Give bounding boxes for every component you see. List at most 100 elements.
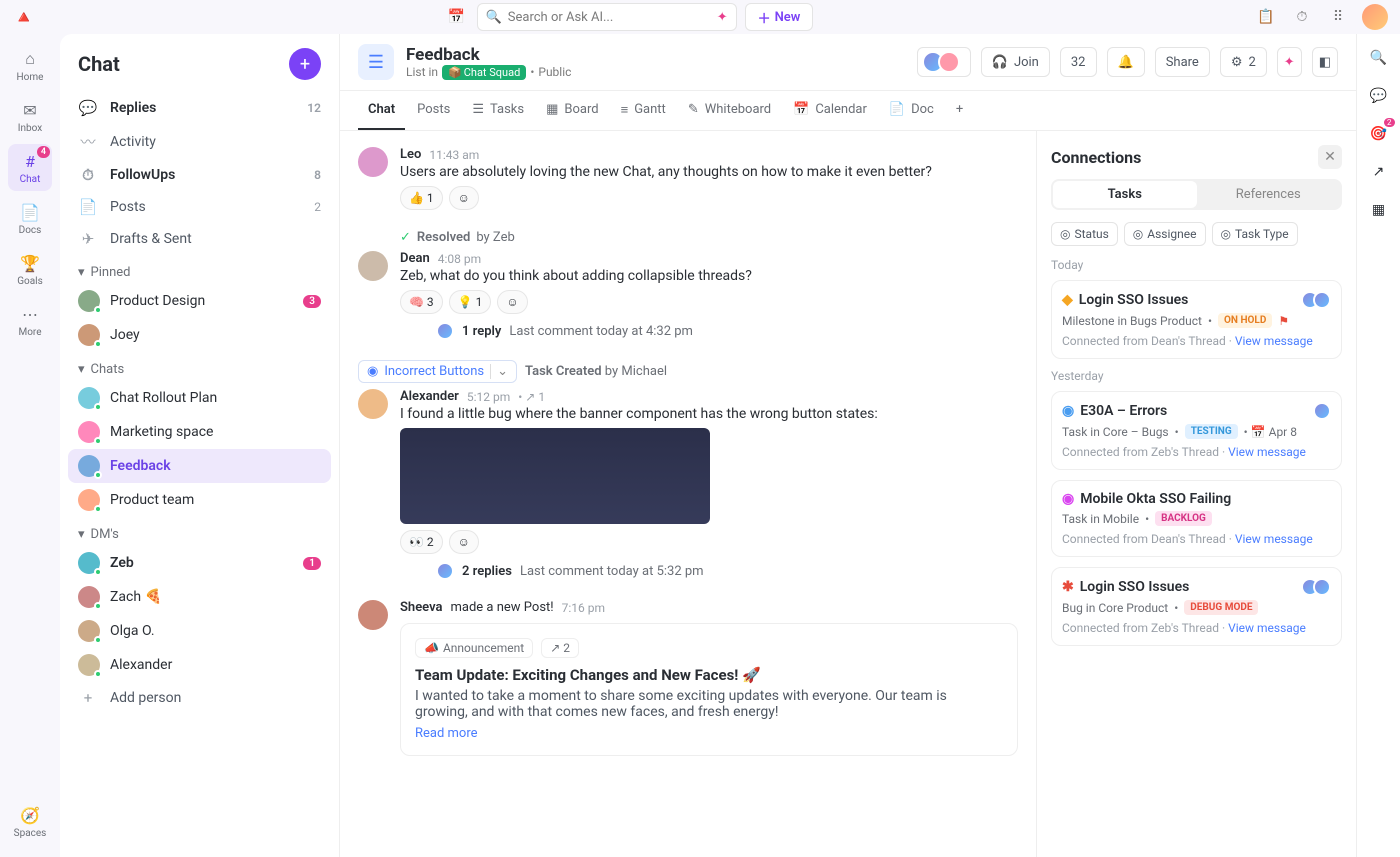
sidebar-row-olga-o-[interactable]: Olga O.: [60, 614, 339, 648]
sidebar-item-replies[interactable]: 💬Replies12: [60, 92, 339, 124]
author-name[interactable]: Dean: [400, 251, 430, 266]
add-reaction-button[interactable]: ☺: [497, 290, 527, 314]
sidebar-item-drafts-&-sent[interactable]: ✈Drafts & Sent: [60, 223, 339, 255]
stopwatch-icon[interactable]: ⏱: [1290, 5, 1314, 29]
close-panel-button[interactable]: ✕: [1318, 145, 1342, 169]
rail-item-docs[interactable]: 📄Docs: [8, 195, 52, 242]
view-message-link[interactable]: View message: [1228, 445, 1306, 459]
rail-item-spaces[interactable]: 🧭 Spaces: [8, 798, 52, 845]
global-search-input[interactable]: 🔍 Search or Ask AI... ✦: [477, 3, 737, 31]
add-person-button[interactable]: +Add person: [60, 682, 339, 714]
tab-whiteboard[interactable]: ✎Whiteboard: [678, 91, 781, 130]
rail-item-goals[interactable]: 🏆Goals: [8, 246, 52, 293]
view-message-link[interactable]: View message: [1228, 621, 1306, 635]
sidebar-row-zeb[interactable]: Zeb1: [60, 546, 339, 580]
apps-grid-icon[interactable]: ⠿: [1326, 5, 1350, 29]
sidebar-row-product-design[interactable]: Product Design3: [60, 284, 339, 318]
rail-item-more[interactable]: ⋯More: [8, 297, 52, 344]
section-pinned[interactable]: ▾Pinned: [60, 255, 339, 284]
panel-tab-tasks[interactable]: Tasks: [1053, 181, 1197, 208]
image-attachment[interactable]: [400, 428, 710, 524]
post-card[interactable]: 📣Announcement↗ 2 Team Update: Exciting C…: [400, 623, 1018, 756]
view-message-link[interactable]: View message: [1235, 334, 1313, 348]
rail-item-chat[interactable]: #Chat4: [8, 144, 52, 191]
reaction[interactable]: 👀 2: [400, 530, 443, 554]
chevron-down-icon[interactable]: ⌄: [490, 364, 508, 379]
rail-label: Spaces: [14, 828, 47, 839]
join-button[interactable]: 🎧Join: [981, 47, 1050, 77]
section-chats[interactable]: ▾Chats: [60, 352, 339, 381]
sidebar-row-joey[interactable]: Joey: [60, 318, 339, 352]
avatar[interactable]: [358, 147, 388, 177]
apps-panel-icon[interactable]: ▦: [1367, 198, 1391, 222]
calendar-icon[interactable]: 📅: [445, 5, 469, 29]
author-name[interactable]: Alexander: [400, 389, 459, 404]
rail-item-inbox[interactable]: ✉Inbox: [8, 93, 52, 140]
reaction[interactable]: 🧠 3: [400, 290, 443, 314]
panel-tab-references[interactable]: References: [1197, 181, 1341, 208]
share-button[interactable]: Share: [1155, 47, 1210, 77]
task-pill[interactable]: ◉Incorrect Buttons ⌄: [358, 360, 517, 383]
reaction[interactable]: 👍 1: [400, 186, 443, 210]
tab-board[interactable]: ▦Board: [536, 91, 609, 130]
automation-button[interactable]: ⚙2: [1220, 47, 1267, 77]
tab-chat[interactable]: Chat: [358, 91, 405, 130]
new-chat-button[interactable]: +: [289, 48, 321, 80]
sidebar-row-chat-rollout-plan[interactable]: Chat Rollout Plan: [60, 381, 339, 415]
search-panel-icon[interactable]: 🔍: [1367, 46, 1391, 70]
add-reaction-button[interactable]: ☺: [449, 186, 479, 210]
sidebar-item-posts[interactable]: 📄Posts2: [60, 191, 339, 223]
new-button[interactable]: ＋ New: [745, 3, 814, 31]
connection-card[interactable]: ◆Login SSO Issues Milestone in Bugs Prod…: [1051, 280, 1342, 359]
sidebar-row-feedback[interactable]: Feedback: [68, 449, 331, 483]
rail-item-home[interactable]: ⌂Home: [8, 42, 52, 89]
tab-tasks[interactable]: ☰Tasks: [462, 91, 534, 130]
members-avatars[interactable]: [917, 47, 971, 77]
comments-panel-icon[interactable]: 💬: [1367, 84, 1391, 108]
tab-doc[interactable]: 📄Doc: [879, 91, 944, 130]
avatar[interactable]: [358, 389, 388, 419]
avatar[interactable]: [358, 600, 388, 630]
author-name[interactable]: Sheeva: [400, 600, 443, 615]
connection-card[interactable]: ◉E30A – Errors Task in Core – Bugs • TES…: [1051, 391, 1342, 470]
section-dms[interactable]: ▾DM's: [60, 517, 339, 546]
connection-card[interactable]: ◉Mobile Okta SSO Failing Task in Mobile …: [1051, 480, 1342, 557]
sidebar-row-marketing-space[interactable]: Marketing space: [60, 415, 339, 449]
card-source: Connected from Zeb's Thread: [1062, 445, 1219, 459]
link-panel-icon[interactable]: ↗: [1367, 160, 1391, 184]
sidebar-row-product-team[interactable]: Product team: [60, 483, 339, 517]
app-logo[interactable]: 🔺: [12, 5, 36, 29]
user-avatar[interactable]: [1362, 4, 1388, 30]
filter-assignee[interactable]: ◎Assignee: [1124, 222, 1206, 246]
sidebar-row-zach-[interactable]: Zach 🍕: [60, 580, 339, 614]
read-more-link[interactable]: Read more: [415, 726, 478, 741]
avatar[interactable]: [358, 251, 388, 281]
top-bar: 🔺 📅 🔍 Search or Ask AI... ✦ ＋ New 📋 ⏱ ⠿: [0, 0, 1400, 34]
tab-calendar[interactable]: 📅Calendar: [783, 91, 877, 130]
add-view-button[interactable]: +: [946, 91, 973, 130]
avatar: [78, 387, 100, 409]
member-count[interactable]: 32: [1060, 47, 1097, 77]
tab-posts[interactable]: Posts: [407, 91, 460, 130]
add-reaction-button[interactable]: ☺: [449, 530, 479, 554]
filter-task-type[interactable]: ◎Task Type: [1212, 222, 1298, 246]
connection-card[interactable]: ✱Login SSO Issues Bug in Core Product • …: [1051, 567, 1342, 646]
view-message-link[interactable]: View message: [1235, 532, 1313, 546]
notifications-button[interactable]: 🔔: [1107, 47, 1145, 77]
filter-status[interactable]: ◎Status: [1051, 222, 1118, 246]
sidebar-item-followups[interactable]: ⏱FollowUps8: [60, 159, 339, 191]
panel-toggle-button[interactable]: ◧: [1312, 47, 1338, 77]
clipboard-icon[interactable]: 📋: [1254, 5, 1278, 29]
thread-reply-link[interactable]: 2 repliesLast comment today at 5:32 pm: [442, 562, 1018, 580]
sidebar-row-alexander[interactable]: Alexander: [60, 648, 339, 682]
thread-reply-link[interactable]: 1 replyLast comment today at 4:32 pm: [442, 322, 1018, 340]
sidebar-item-activity[interactable]: 〰Activity: [60, 124, 339, 159]
reaction[interactable]: 💡 1: [449, 290, 492, 314]
author-name[interactable]: Leo: [400, 147, 421, 162]
tab-gantt[interactable]: ≡Gantt: [611, 91, 676, 130]
card-type-icon: ◆: [1062, 292, 1073, 308]
spaces-icon: 🧭: [19, 804, 41, 826]
targets-panel-icon[interactable]: 🎯2: [1367, 122, 1391, 146]
ai-button[interactable]: ✦: [1277, 47, 1302, 77]
space-chip[interactable]: 📦Chat Squad: [442, 65, 526, 80]
